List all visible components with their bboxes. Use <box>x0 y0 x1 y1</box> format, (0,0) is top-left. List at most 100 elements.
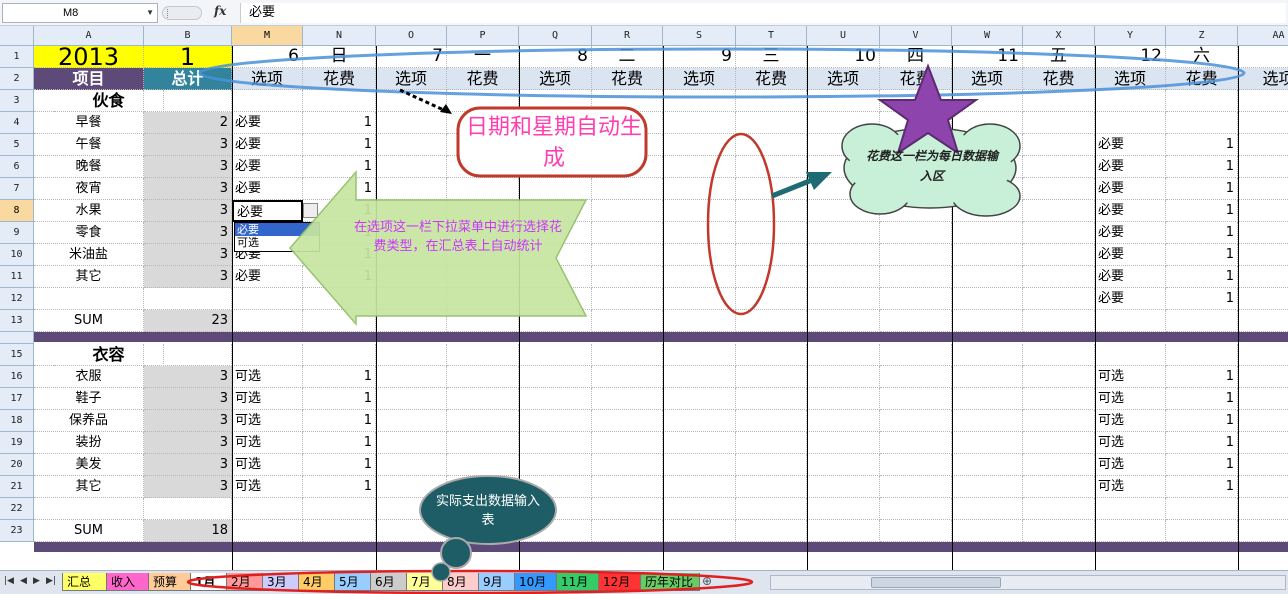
cost-cell[interactable]: 1 <box>1166 134 1238 156</box>
cell[interactable] <box>1023 222 1095 244</box>
cell[interactable] <box>447 90 519 112</box>
option-cell[interactable]: 必要 <box>1095 222 1166 244</box>
sheet-tab[interactable]: 预算 <box>148 573 192 591</box>
row-header[interactable]: 13 <box>0 310 34 332</box>
cell[interactable] <box>1166 90 1238 112</box>
cell[interactable] <box>880 388 952 410</box>
cell[interactable] <box>880 112 952 134</box>
item-name-cell[interactable]: 晚餐 <box>34 156 144 178</box>
cell[interactable] <box>736 388 807 410</box>
row-header[interactable]: 4 <box>0 112 34 134</box>
weekday-cell[interactable]: 四 <box>880 46 952 68</box>
option-cell[interactable]: 可选 <box>1095 454 1166 476</box>
item-name-cell[interactable]: 装扮 <box>34 432 144 454</box>
cell[interactable] <box>1238 520 1288 542</box>
cell[interactable] <box>303 520 376 542</box>
cell[interactable] <box>807 200 880 222</box>
option-cell[interactable]: 可选 <box>232 432 303 454</box>
cost-cell[interactable]: 1 <box>303 410 376 432</box>
cell[interactable] <box>880 244 952 266</box>
total-header-cell[interactable]: 总计 <box>144 68 232 90</box>
cell[interactable] <box>376 410 447 432</box>
cell[interactable] <box>736 266 807 288</box>
cell[interactable] <box>952 520 1023 542</box>
sum-total-cell[interactable]: 23 <box>144 310 232 332</box>
column-header-p[interactable]: P <box>447 26 519 46</box>
column-header-q[interactable]: Q <box>519 26 592 46</box>
cell[interactable] <box>592 90 663 112</box>
option-cell[interactable]: 可选 <box>232 410 303 432</box>
cell[interactable] <box>519 410 592 432</box>
weekday-cell[interactable]: 一 <box>447 46 519 68</box>
cell[interactable] <box>663 134 736 156</box>
cost-cell[interactable]: 1 <box>1166 454 1238 476</box>
cell[interactable] <box>592 454 663 476</box>
cell[interactable] <box>807 498 880 520</box>
cell[interactable] <box>880 266 952 288</box>
cell[interactable] <box>952 90 1023 112</box>
cost-cell[interactable]: 1 <box>303 366 376 388</box>
option-cell[interactable]: 必要 <box>232 156 303 178</box>
cell[interactable] <box>663 366 736 388</box>
cell[interactable] <box>1238 90 1288 112</box>
cell[interactable] <box>144 288 232 310</box>
item-name-cell[interactable]: 米油盐 <box>34 244 144 266</box>
item-name-cell[interactable]: 美发 <box>34 454 144 476</box>
cell[interactable] <box>807 310 880 332</box>
cell[interactable] <box>663 266 736 288</box>
cell[interactable] <box>663 200 736 222</box>
cell[interactable] <box>592 432 663 454</box>
cell[interactable] <box>807 410 880 432</box>
item-name-cell[interactable]: 其它 <box>34 476 144 498</box>
cost-cell[interactable]: 1 <box>1166 266 1238 288</box>
option-header-cell[interactable]: 选项 <box>232 68 303 90</box>
cell[interactable] <box>447 310 519 332</box>
cell[interactable] <box>807 222 880 244</box>
row-header[interactable]: 2 <box>0 68 34 90</box>
cell[interactable] <box>663 288 736 310</box>
cell[interactable] <box>880 222 952 244</box>
cell[interactable] <box>303 310 376 332</box>
cell[interactable] <box>1095 344 1166 366</box>
cell[interactable] <box>1238 178 1288 200</box>
item-name-cell[interactable]: 夜宵 <box>34 178 144 200</box>
cell[interactable] <box>807 288 880 310</box>
cell[interactable] <box>232 344 303 366</box>
option-header-cell[interactable]: 选项 <box>1238 68 1288 90</box>
cell[interactable] <box>663 388 736 410</box>
cell[interactable] <box>736 310 807 332</box>
cell[interactable] <box>232 498 303 520</box>
prev-sheet-icon[interactable]: ◀ <box>20 576 27 586</box>
row-header[interactable]: 18 <box>0 410 34 432</box>
cost-cell[interactable]: 1 <box>1166 476 1238 498</box>
option-cell[interactable]: 必要 <box>232 178 303 200</box>
section-title[interactable]: 伙食 <box>54 90 164 112</box>
cell[interactable] <box>447 366 519 388</box>
cell[interactable] <box>663 310 736 332</box>
cell[interactable] <box>1023 200 1095 222</box>
cell[interactable] <box>376 344 447 366</box>
cell[interactable] <box>880 432 952 454</box>
cell[interactable] <box>736 178 807 200</box>
cell[interactable] <box>1238 344 1288 366</box>
cell[interactable] <box>592 288 663 310</box>
cost-cell[interactable]: 1 <box>303 112 376 134</box>
cell[interactable] <box>736 90 807 112</box>
cell[interactable] <box>1023 244 1095 266</box>
cell[interactable] <box>376 388 447 410</box>
cell[interactable] <box>1023 366 1095 388</box>
cell[interactable] <box>592 366 663 388</box>
option-header-cell[interactable]: 选项 <box>519 68 592 90</box>
sheet-tab[interactable]: 10月 <box>514 573 558 591</box>
cell[interactable] <box>1023 310 1095 332</box>
cell[interactable] <box>1023 288 1095 310</box>
cell[interactable] <box>447 288 519 310</box>
cell[interactable] <box>880 344 952 366</box>
cell[interactable] <box>663 476 736 498</box>
cell[interactable] <box>1238 410 1288 432</box>
option-cell[interactable]: 必要 <box>1095 134 1166 156</box>
cell[interactable] <box>447 266 519 288</box>
row-header[interactable]: 21 <box>0 476 34 498</box>
sheet-tab[interactable]: 2月 <box>226 573 264 591</box>
item-name-cell[interactable]: 衣服 <box>34 366 144 388</box>
